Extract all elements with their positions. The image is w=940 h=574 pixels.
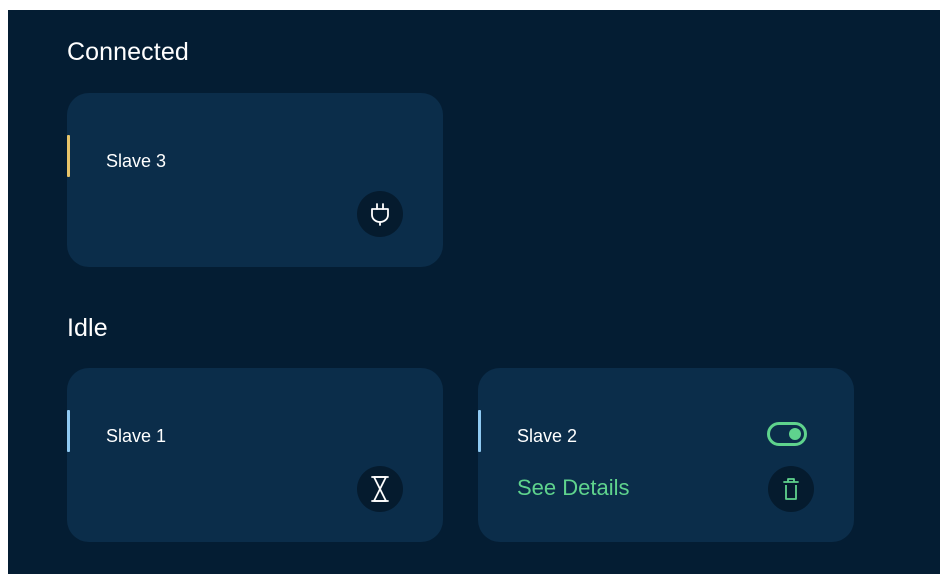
device-card-slave-1[interactable]: Slave 1 xyxy=(67,368,443,542)
app-frame: Connected Slave 3 Idle Slave 1 Slave 2 S… xyxy=(8,10,940,574)
idle-status-button[interactable] xyxy=(357,466,403,512)
device-card-slave-3[interactable]: Slave 3 xyxy=(67,93,443,267)
toggle-knob xyxy=(789,428,801,440)
delete-button[interactable] xyxy=(768,466,814,512)
status-accent-bar xyxy=(67,410,70,452)
plug-icon xyxy=(371,203,389,226)
enable-toggle[interactable] xyxy=(767,422,807,446)
status-accent-bar xyxy=(478,410,481,452)
status-accent-bar xyxy=(67,135,70,177)
hourglass-icon xyxy=(371,476,389,502)
device-name: Slave 1 xyxy=(106,426,167,446)
trash-icon xyxy=(783,478,799,500)
section-title-idle: Idle xyxy=(67,314,108,342)
device-name: Slave 3 xyxy=(106,151,167,171)
connect-button[interactable] xyxy=(357,191,403,237)
section-title-connected: Connected xyxy=(67,38,189,66)
see-details-link[interactable]: See Details xyxy=(517,475,630,501)
device-name: Slave 2 xyxy=(517,426,578,446)
device-card-slave-2[interactable]: Slave 2 See Details xyxy=(478,368,854,542)
